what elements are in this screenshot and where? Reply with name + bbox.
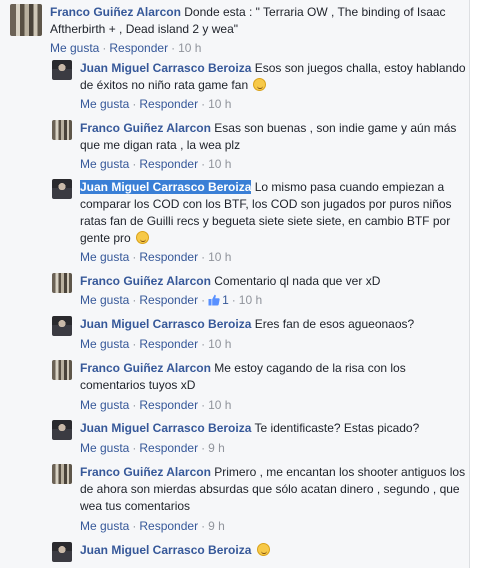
separator: · bbox=[201, 97, 206, 111]
scrollbar-gutter bbox=[470, 0, 479, 568]
reply-link[interactable]: Responder bbox=[139, 250, 198, 264]
separator: · bbox=[102, 41, 107, 55]
separator: · bbox=[201, 250, 206, 264]
separator: · bbox=[132, 97, 137, 111]
separator: · bbox=[231, 293, 236, 307]
separator: · bbox=[171, 41, 176, 55]
comment-text: Te identificaste? Estas picado? bbox=[254, 421, 420, 435]
reply-link[interactable]: Responder bbox=[139, 337, 198, 351]
comment-author[interactable]: Franco Guiñez Alarcon bbox=[80, 121, 211, 135]
comment-author[interactable]: Franco Guiñez Alarcon bbox=[80, 361, 211, 375]
comment-actions: Me gusta · Responder · 10 h bbox=[80, 398, 231, 412]
comment-author[interactable]: Franco Guiñez Alarcon bbox=[80, 465, 211, 479]
separator: · bbox=[132, 441, 137, 455]
smile-emoji-icon bbox=[256, 543, 270, 556]
comment-actions: Me gusta · Responder · 10 h bbox=[50, 41, 201, 55]
comment-actions: Me gusta · Responder · 1 · 10 h bbox=[80, 293, 262, 307]
comment-author[interactable]: Franco Guiñez Alarcon bbox=[50, 5, 181, 19]
reply-link[interactable]: Responder bbox=[139, 519, 198, 533]
comment-time[interactable]: 10 h bbox=[208, 157, 231, 171]
comment-body: Juan Miguel Carrasco Beroiza bbox=[80, 542, 472, 559]
comment-time[interactable]: 10 h bbox=[178, 41, 201, 55]
like-count[interactable]: 1 bbox=[222, 293, 229, 307]
avatar[interactable] bbox=[52, 179, 72, 199]
like-link[interactable]: Me gusta bbox=[80, 293, 129, 307]
comment-text: Eres fan de esos agueonaos? bbox=[254, 317, 415, 331]
like-link[interactable]: Me gusta bbox=[80, 157, 129, 171]
comment-body: Franco Guiñez Alarcon Comentario ql nada… bbox=[80, 273, 472, 290]
comment-actions: Me gusta · Responder · 10 h bbox=[80, 337, 231, 351]
comment-author[interactable]: Juan Miguel Carrasco Beroiza bbox=[80, 180, 252, 194]
separator: · bbox=[201, 398, 206, 412]
comment-author[interactable]: Juan Miguel Carrasco Beroiza bbox=[80, 421, 251, 435]
comment-time[interactable]: 10 h bbox=[208, 97, 231, 111]
like-link[interactable]: Me gusta bbox=[80, 337, 129, 351]
comment-author[interactable]: Juan Miguel Carrasco Beroiza bbox=[80, 61, 251, 75]
smile-emoji-icon bbox=[136, 231, 150, 244]
comment-time[interactable]: 10 h bbox=[208, 337, 231, 351]
comment-thread: Franco Guiñez Alarcon Donde esta : " Ter… bbox=[0, 0, 470, 568]
avatar[interactable] bbox=[52, 464, 72, 484]
comment-time[interactable]: 10 h bbox=[208, 250, 231, 264]
comment-author[interactable]: Franco Guiñez Alarcon bbox=[80, 274, 211, 288]
smile-emoji-icon bbox=[253, 78, 267, 91]
thumbs-up-icon[interactable] bbox=[208, 294, 220, 306]
reply-link[interactable]: Responder bbox=[139, 97, 198, 111]
comment-body: Franco Guiñez Alarcon Primero , me encan… bbox=[80, 464, 472, 515]
like-link[interactable]: Me gusta bbox=[50, 41, 99, 55]
comment-body: Franco Guiñez Alarcon Donde esta : " Ter… bbox=[50, 4, 465, 38]
comment-actions: Me gusta · Responder · 9 h bbox=[80, 441, 225, 455]
like-link[interactable]: Me gusta bbox=[80, 398, 129, 412]
comment-time[interactable]: 10 h bbox=[208, 398, 231, 412]
comment-body: Juan Miguel Carrasco Beroiza Te identifi… bbox=[80, 420, 472, 437]
comment-text: Comentario ql nada que ver xD bbox=[214, 274, 381, 288]
separator: · bbox=[201, 157, 206, 171]
avatar[interactable] bbox=[10, 4, 42, 36]
separator: · bbox=[132, 293, 137, 307]
avatar[interactable] bbox=[52, 420, 72, 440]
comment-author[interactable]: Juan Miguel Carrasco Beroiza bbox=[80, 317, 251, 331]
separator: · bbox=[132, 250, 137, 264]
comment-body: Franco Guiñez Alarcon Me estoy cagando d… bbox=[80, 360, 472, 394]
avatar[interactable] bbox=[52, 273, 72, 293]
avatar[interactable] bbox=[52, 60, 72, 80]
like-link[interactable]: Me gusta bbox=[80, 519, 129, 533]
separator: · bbox=[132, 519, 137, 533]
reply-link[interactable]: Responder bbox=[109, 41, 168, 55]
separator: · bbox=[132, 398, 137, 412]
comment-actions: Me gusta · Responder · 9 h bbox=[80, 519, 225, 533]
separator: · bbox=[201, 293, 206, 307]
avatar[interactable] bbox=[52, 316, 72, 336]
reply-link[interactable]: Responder bbox=[139, 157, 198, 171]
reply-link[interactable]: Responder bbox=[139, 293, 198, 307]
avatar[interactable] bbox=[52, 542, 72, 562]
separator: · bbox=[132, 337, 137, 351]
separator: · bbox=[201, 519, 206, 533]
reply-link[interactable]: Responder bbox=[139, 441, 198, 455]
comment-body: Juan Miguel Carrasco Beroiza Lo mismo pa… bbox=[80, 179, 472, 247]
separator: · bbox=[201, 337, 206, 351]
comment-actions: Me gusta · Responder · 10 h bbox=[80, 250, 231, 264]
like-link[interactable]: Me gusta bbox=[80, 441, 129, 455]
comment-time[interactable]: 9 h bbox=[208, 519, 225, 533]
reply-link[interactable]: Responder bbox=[139, 398, 198, 412]
comment-actions: Me gusta · Responder · 10 h bbox=[80, 157, 231, 171]
comment-time[interactable]: 10 h bbox=[239, 293, 262, 307]
comment-body: Juan Miguel Carrasco Beroiza Eres fan de… bbox=[80, 316, 472, 333]
separator: · bbox=[132, 157, 137, 171]
comment-time[interactable]: 9 h bbox=[208, 441, 225, 455]
like-link[interactable]: Me gusta bbox=[80, 97, 129, 111]
comment-body: Juan Miguel Carrasco Beroiza Esos son ju… bbox=[80, 60, 472, 94]
avatar[interactable] bbox=[52, 360, 72, 380]
separator: · bbox=[201, 441, 206, 455]
avatar[interactable] bbox=[52, 120, 72, 140]
comment-actions: Me gusta · Responder · 10 h bbox=[80, 97, 231, 111]
comment-body: Franco Guiñez Alarcon Esas son buenas , … bbox=[80, 120, 472, 154]
comment-author[interactable]: Juan Miguel Carrasco Beroiza bbox=[80, 543, 251, 557]
like-link[interactable]: Me gusta bbox=[80, 250, 129, 264]
